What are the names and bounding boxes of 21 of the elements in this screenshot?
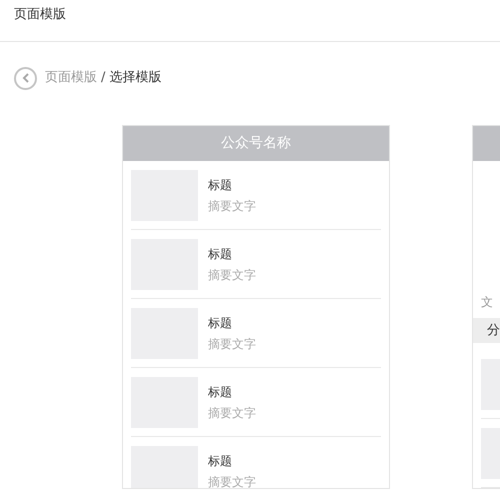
item-summary: 摘要文字 [208, 404, 256, 422]
breadcrumb-current: 选择模版 [109, 69, 162, 88]
back-icon [22, 73, 30, 83]
page-title: 页面模版 [14, 7, 66, 22]
item-title: 标题 [208, 314, 233, 332]
breadcrumb-separator: / [101, 69, 106, 88]
item-title: 标题 [208, 384, 233, 400]
back-button[interactable] [14, 66, 37, 90]
section-bar: 分 [473, 318, 500, 343]
template-card[interactable]: 公众号名称 标题 摘要文字 标题 摘要文字 标题 摘要文字 标题 摘要文字 标题 摘要文字 [122, 125, 390, 489]
item-title: 标题 [208, 452, 233, 470]
item-summary: 摘要文字 [208, 198, 256, 214]
item-summary: 摘要文字 [208, 336, 256, 352]
item-summary: 摘要文字 [208, 266, 256, 284]
item-title: 标题 [208, 176, 233, 194]
item-title: 标题 [208, 246, 233, 262]
thumbnail-placeholder [131, 446, 198, 488]
item-summary: 摘要文字 [208, 474, 256, 488]
template-card[interactable]: 文 分 [472, 125, 500, 489]
card-header: 公众号名称 [123, 126, 389, 161]
body-text: 文 [481, 294, 493, 311]
